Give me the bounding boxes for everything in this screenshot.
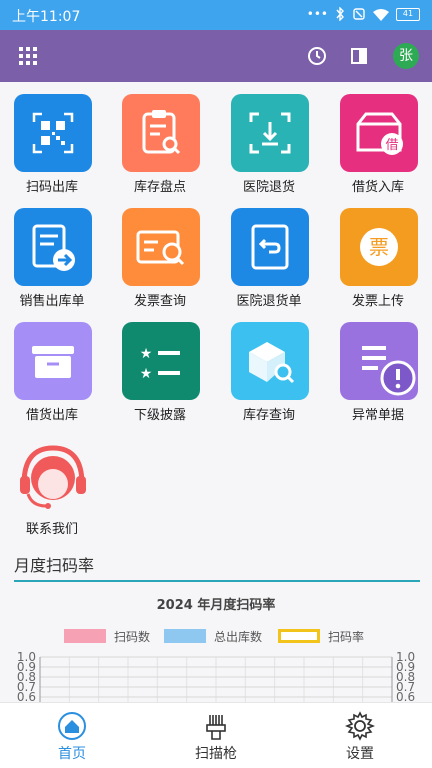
clipboard-search-icon — [122, 94, 200, 172]
legend-swatch — [278, 629, 320, 643]
tile-label: 发票上传 — [351, 294, 404, 309]
star-list-icon: ★ ★ — [122, 322, 200, 400]
document-alert-icon — [340, 322, 418, 400]
status-bar: 上午11:07 ••• 41 — [0, 0, 432, 30]
tile-exception-documents[interactable]: 异常单据 — [326, 310, 430, 423]
chart-title: 2024 年月度扫码率 — [156, 598, 276, 613]
home-content: 扫码出库 库存盘点 医院退货 借 借货入库 销售出库单 发票查询 医院退货单 票… — [0, 82, 432, 702]
wifi-icon — [373, 8, 389, 21]
nav-label: 首页 — [58, 746, 86, 762]
nav-scanner[interactable]: 扫描枪 — [144, 703, 288, 768]
tile-label: 借货入库 — [351, 180, 404, 195]
legend-swatch — [164, 629, 206, 643]
tile-label: 联系我们 — [25, 522, 78, 537]
nav-home[interactable]: 首页 — [0, 703, 144, 768]
section-title: 月度扫码率 — [14, 556, 95, 575]
box-search-icon — [231, 322, 309, 400]
legend-label: 扫码数 — [114, 629, 151, 644]
legend-item-scan-count[interactable]: 扫码数 — [64, 628, 150, 644]
scan-return-icon — [231, 94, 309, 172]
nav-label: 设置 — [346, 746, 374, 762]
more-dots-icon: ••• — [306, 7, 328, 21]
section-divider — [14, 580, 420, 582]
tile-label: 借货出库 — [25, 408, 78, 423]
svg-text:★: ★ — [140, 346, 153, 362]
tile-label: 库存查询 — [242, 408, 295, 423]
svg-text:★: ★ — [140, 366, 153, 382]
return-document-icon — [231, 208, 309, 286]
tile-sales-outbound-order[interactable]: 销售出库单 — [0, 196, 104, 309]
tile-contact-us[interactable]: 联系我们 — [0, 424, 104, 537]
legend-label: 扫码率 — [328, 629, 365, 644]
nav-label: 扫描枪 — [195, 746, 237, 762]
svg-text:借: 借 — [385, 138, 398, 153]
borrow-box-icon: 借 — [340, 94, 418, 172]
clock-icon[interactable] — [306, 45, 328, 67]
tile-hospital-return[interactable]: 医院退货 — [217, 82, 321, 195]
customer-service-icon — [14, 436, 92, 514]
tile-invoice-upload[interactable]: 票 发票上传 — [326, 196, 430, 309]
bluetooth-icon — [336, 7, 344, 21]
nav-settings[interactable]: 设置 — [288, 703, 432, 768]
tile-subordinate-disclosure[interactable]: ★ ★ 下级披露 — [108, 310, 212, 423]
legend-item-scan-rate[interactable]: 扫码率 — [278, 628, 364, 644]
tile-label: 下级披露 — [133, 408, 186, 423]
document-arrow-icon — [14, 208, 92, 286]
home-icon — [58, 712, 86, 740]
tile-label: 发票查询 — [133, 294, 186, 309]
legend-label: 总出库数 — [214, 629, 263, 644]
legend-swatch — [64, 629, 106, 643]
tile-borrow-inbound[interactable]: 借 借货入库 — [326, 82, 430, 195]
tile-inventory-check[interactable]: 库存盘点 — [108, 82, 212, 195]
tile-label: 销售出库单 — [19, 294, 85, 309]
ticket-upload-icon: 票 — [340, 208, 418, 286]
invoice-search-icon — [122, 208, 200, 286]
barcode-scanner-icon — [206, 715, 226, 740]
app-bar: 张 — [0, 30, 432, 82]
status-time: 上午11:07 — [12, 9, 81, 25]
legend-item-total-outbound[interactable]: 总出库数 — [164, 628, 262, 644]
qr-code-icon — [14, 94, 92, 172]
apps-grid-icon[interactable] — [18, 46, 38, 66]
side-panel-icon[interactable] — [348, 45, 370, 67]
scan-rate-chart: 1.01.00.90.90.80.80.70.70.60.60.50.5 — [17, 650, 415, 702]
tile-invoice-query[interactable]: 发票查询 — [108, 196, 212, 309]
battery-icon: 41 — [396, 7, 420, 21]
tile-label: 医院退货单 — [236, 294, 302, 309]
alarm-icon — [353, 8, 365, 20]
avatar[interactable]: 张 — [393, 43, 419, 69]
bottom-nav: 首页 扫描枪 设置 — [0, 702, 432, 768]
archive-box-icon — [14, 322, 92, 400]
tile-label: 医院退货 — [242, 180, 295, 195]
tile-scan-outbound[interactable]: 扫码出库 — [0, 82, 104, 195]
tile-label: 扫码出库 — [25, 180, 78, 195]
tile-label: 库存盘点 — [133, 180, 186, 195]
svg-text:票: 票 — [369, 235, 389, 259]
tile-borrow-outbound[interactable]: 借货出库 — [0, 310, 104, 423]
tile-hospital-return-order[interactable]: 医院退货单 — [217, 196, 321, 309]
gear-icon — [345, 711, 375, 741]
tile-label: 异常单据 — [351, 408, 404, 423]
tile-inventory-query[interactable]: 库存查询 — [217, 310, 321, 423]
